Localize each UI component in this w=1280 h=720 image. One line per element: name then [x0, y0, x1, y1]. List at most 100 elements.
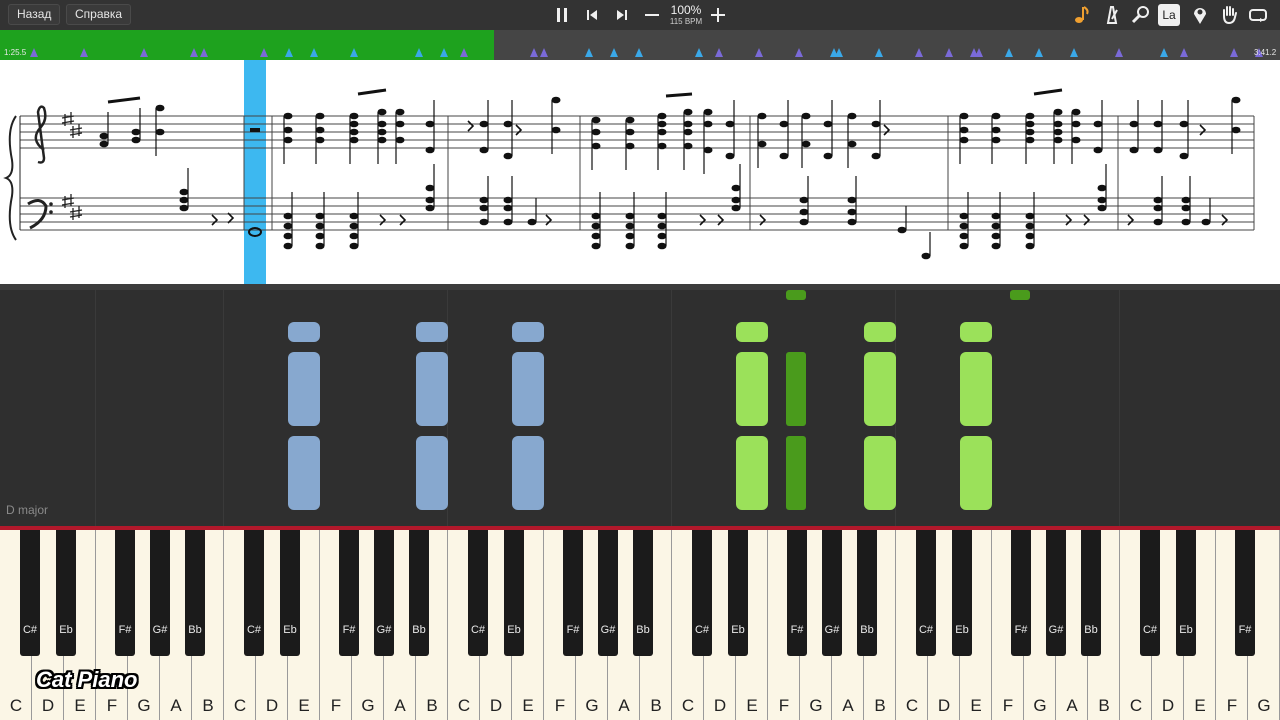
key-label: D [265, 696, 279, 715]
black-key-C#[interactable]: C# [244, 530, 264, 656]
key-label: C# [22, 624, 38, 636]
black-key-Bb[interactable]: Bb [857, 530, 877, 656]
rest [759, 214, 767, 226]
notehead [1153, 218, 1163, 226]
metronome-icon[interactable] [1100, 3, 1124, 27]
notehead [479, 146, 489, 154]
notehead [703, 108, 713, 116]
notehead [847, 140, 857, 148]
bass-clef-dot [49, 202, 53, 206]
black-key-F#[interactable]: F# [1011, 530, 1031, 656]
black-key-Eb[interactable]: Eb [952, 530, 972, 656]
black-key-C#[interactable]: C# [468, 530, 488, 656]
location-pin-icon[interactable] [1188, 3, 1212, 27]
grid-line [95, 290, 96, 526]
key-label: G# [824, 624, 840, 636]
piano-keyboard[interactable]: CDEFGABCDEFGABCDEFGABCDEFGABCDEFGABCDEFG… [0, 530, 1280, 720]
black-key-F#[interactable]: F# [115, 530, 135, 656]
black-key-F#[interactable]: F# [787, 530, 807, 656]
note-icon[interactable] [1070, 3, 1094, 27]
zoom-tempo-display: 100% 115 BPM [664, 4, 708, 27]
black-key-C#[interactable]: C# [20, 530, 40, 656]
black-key-G#[interactable]: G# [1046, 530, 1066, 656]
black-key-Bb[interactable]: Bb [409, 530, 429, 656]
key-label: G# [600, 624, 616, 636]
black-key-G#[interactable]: G# [598, 530, 618, 656]
hand-icon[interactable] [1217, 3, 1241, 27]
section-marker [875, 48, 883, 57]
black-key-G#[interactable]: G# [822, 530, 842, 656]
notehead [131, 128, 141, 136]
notehead [991, 212, 1001, 220]
section-marker [30, 48, 38, 57]
notehead [1153, 204, 1163, 212]
key-label: C# [694, 624, 710, 636]
treble-clef [34, 105, 47, 164]
black-key-G#[interactable]: G# [374, 530, 394, 656]
notehead [625, 128, 635, 136]
notehead [683, 120, 693, 128]
key-label: E [746, 696, 758, 715]
notehead [871, 120, 881, 128]
notehead [315, 232, 325, 240]
black-key-C#[interactable]: C# [692, 530, 712, 656]
section-marker [80, 48, 88, 57]
black-key-Bb[interactable]: Bb [633, 530, 653, 656]
note-beam [665, 92, 693, 98]
help-button[interactable]: Справка [66, 4, 132, 25]
black-key-G#[interactable]: G# [150, 530, 170, 656]
key-label: E [1194, 696, 1206, 715]
notehead [1201, 218, 1211, 226]
black-key-Bb[interactable]: Bb [1081, 530, 1101, 656]
la-icon[interactable]: La [1158, 4, 1180, 26]
notehead [1097, 184, 1107, 192]
key-label: G [361, 696, 375, 715]
key-label: D [41, 696, 55, 715]
black-key-Eb[interactable]: Eb [56, 530, 76, 656]
notehead [683, 108, 693, 116]
black-key-Bb[interactable]: Bb [185, 530, 205, 656]
black-key-Eb[interactable]: Eb [1176, 530, 1196, 656]
notehead [1025, 112, 1035, 120]
section-marker [1160, 48, 1168, 57]
notehead [725, 120, 735, 128]
notehead [1181, 196, 1191, 204]
notehead [921, 252, 931, 260]
key-label: F [106, 696, 118, 715]
notehead [1179, 120, 1189, 128]
black-key-F#[interactable]: F# [563, 530, 583, 656]
minus-icon[interactable] [640, 3, 664, 27]
search-icon[interactable] [1129, 3, 1153, 27]
notehead [847, 112, 857, 120]
section-marker [460, 48, 468, 57]
song-timeline[interactable]: 1:25.5 3:41.2 [0, 30, 1280, 60]
black-key-F#[interactable]: F# [339, 530, 359, 656]
skip-forward-icon[interactable] [610, 3, 634, 27]
rest [1199, 124, 1207, 136]
notehead [731, 196, 741, 204]
notehead [625, 232, 635, 240]
black-key-Eb[interactable]: Eb [504, 530, 524, 656]
black-key-F#[interactable]: F# [1235, 530, 1255, 656]
notehead [283, 136, 293, 144]
loop-icon[interactable] [1246, 3, 1270, 27]
falling-note-left-hand [288, 352, 320, 426]
key-label: G [1033, 696, 1047, 715]
falling-note-left-hand [416, 436, 448, 510]
black-key-Eb[interactable]: Eb [728, 530, 748, 656]
black-key-Eb[interactable]: Eb [280, 530, 300, 656]
notehead [657, 222, 667, 230]
notehead [625, 142, 635, 150]
pause-icon[interactable] [550, 3, 574, 27]
key-label: Bb [860, 624, 874, 636]
key-label: F# [1014, 624, 1028, 636]
skip-back-icon[interactable] [580, 3, 604, 27]
black-key-C#[interactable]: C# [916, 530, 936, 656]
black-key-C#[interactable]: C# [1140, 530, 1160, 656]
key-label: A [394, 696, 406, 715]
falling-note-right-hand [960, 352, 992, 426]
plus-icon[interactable] [706, 3, 730, 27]
total-time: 3:41.2 [1254, 48, 1277, 57]
back-button[interactable]: Назад [8, 4, 61, 25]
section-marker [190, 48, 198, 57]
